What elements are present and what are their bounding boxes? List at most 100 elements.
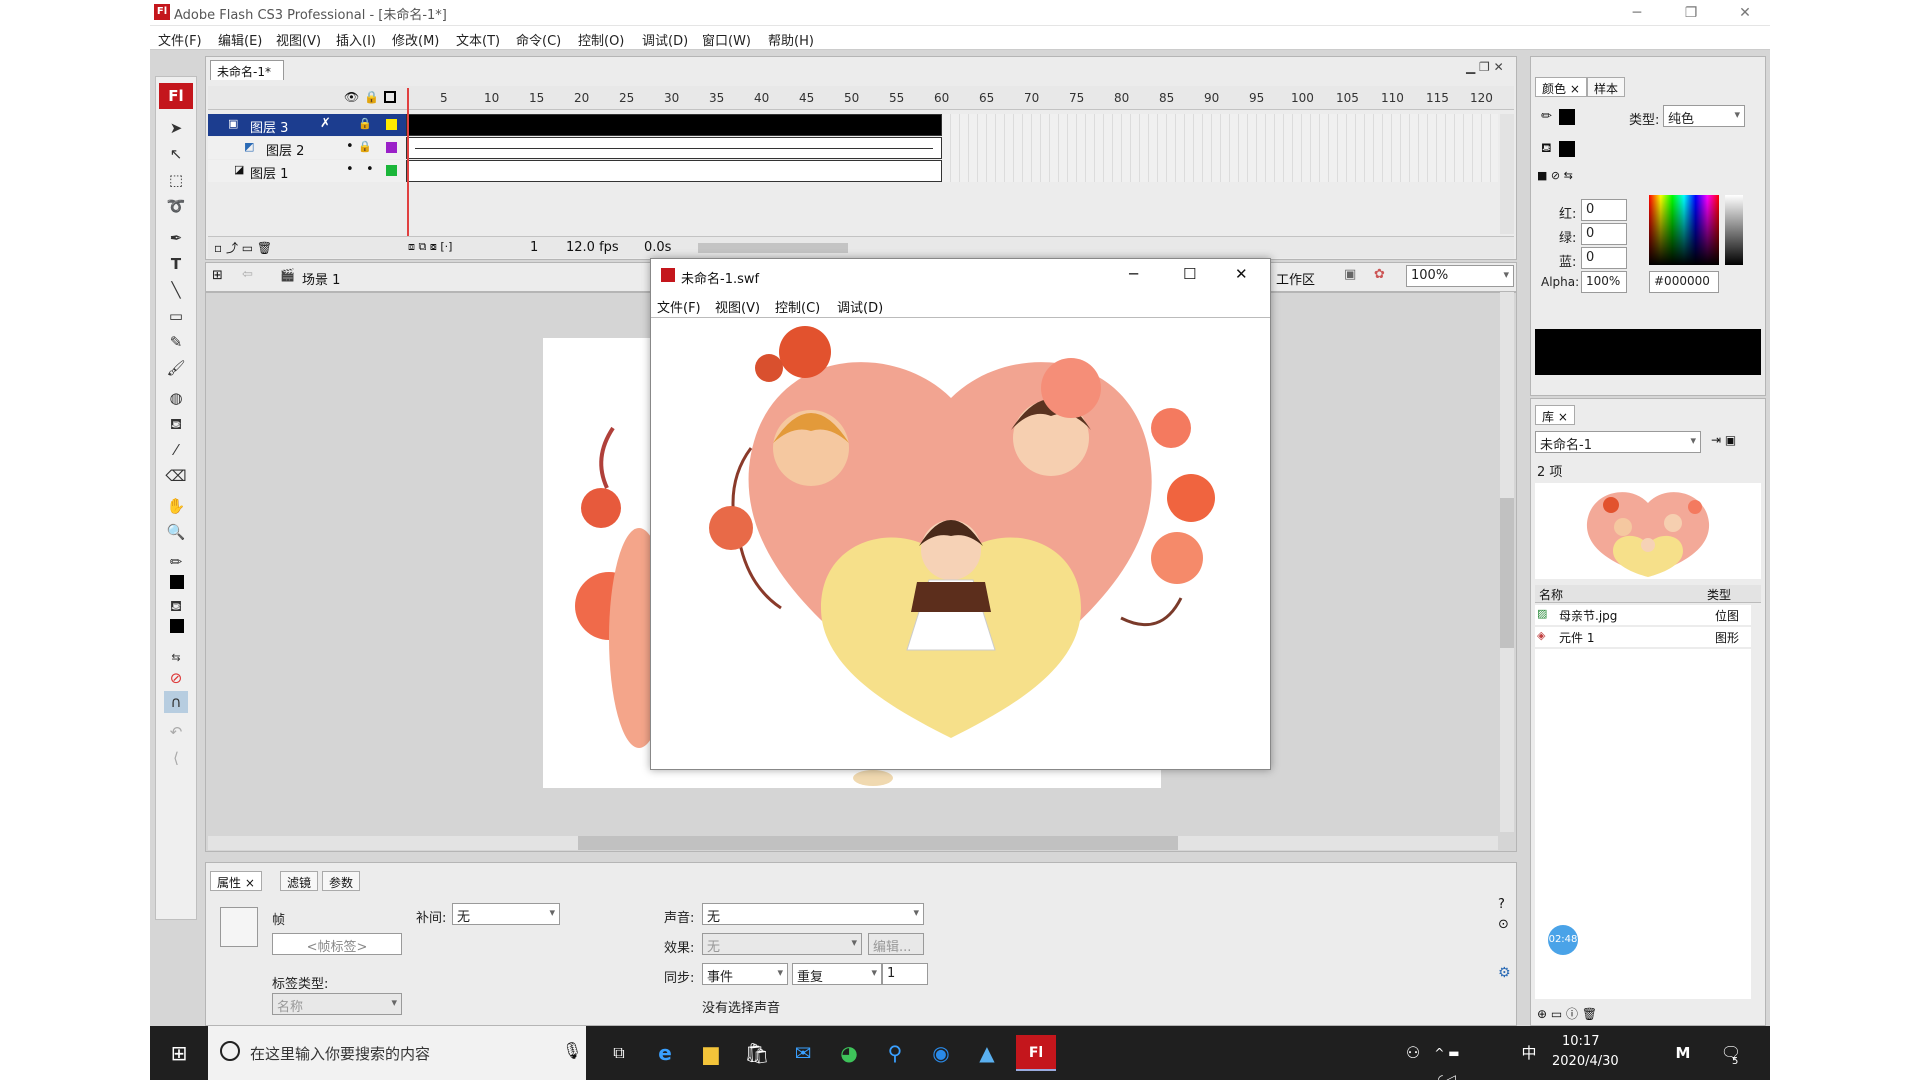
brightness-slider[interactable] (1725, 195, 1743, 265)
layer-row[interactable]: ◩ 图层 2 • 🔒 (208, 137, 408, 159)
edit-symbol-icon[interactable]: ▣ (1344, 267, 1356, 282)
stroke-color-icon[interactable]: ✏ (164, 551, 188, 573)
close-button[interactable]: ✕ (1722, 2, 1768, 24)
tween-select[interactable]: 无 ▾ (452, 903, 560, 925)
timeline-toggle-icon[interactable]: ⊞ (212, 268, 223, 283)
straighten-icon[interactable]: ⟨ (164, 747, 188, 769)
repeat-count-input[interactable]: 1 (882, 963, 928, 985)
menu-help[interactable]: 帮助(H) (768, 30, 814, 49)
layer-row[interactable]: ◪ 图层 1 • • (208, 160, 408, 182)
edit-scene-icon[interactable]: ✿ (1374, 267, 1385, 282)
store-icon[interactable]: 🛍 (742, 1040, 772, 1066)
menu-control[interactable]: 控制(O) (578, 30, 624, 49)
playhead[interactable] (407, 88, 409, 236)
snap-magnet-icon[interactable]: ∩ (164, 691, 188, 713)
sync-select[interactable]: 事件 ▾ (702, 963, 788, 985)
accessibility-icon[interactable]: ⚙ (1498, 965, 1511, 981)
lasso-tool-icon[interactable]: ➰ (164, 195, 188, 217)
brush-tool-icon[interactable]: 🖌 (164, 357, 188, 379)
layer-color-swatch[interactable] (386, 165, 397, 176)
tab-filters[interactable]: 滤镜 (280, 871, 319, 891)
tab-color[interactable]: 颜色 × (1535, 77, 1587, 97)
color-spectrum[interactable] (1649, 195, 1719, 265)
pin-icon[interactable]: ⇥ ▣ (1711, 433, 1736, 447)
layer-color-swatch[interactable] (386, 119, 397, 130)
hex-input[interactable]: #000000 (1649, 271, 1719, 293)
workspace-dropdown[interactable]: 工作区 (1276, 269, 1315, 288)
empty-frames-grid[interactable] (942, 114, 1498, 182)
tab-library[interactable]: 库 × (1535, 405, 1575, 425)
library-doc-select[interactable]: 未命名-1 ▾ (1535, 431, 1701, 453)
col-name[interactable]: 名称 (1539, 586, 1563, 603)
timeline-hscroll-thumb[interactable] (698, 243, 848, 253)
blue-input[interactable]: 0 (1581, 247, 1627, 269)
layer-color-swatch[interactable] (386, 142, 397, 153)
document-tab[interactable]: 未命名-1* (210, 60, 284, 80)
taskbar-search[interactable]: 在这里输入你要搜索的内容 🎙 (208, 1026, 586, 1080)
lock-icon[interactable]: 🔒 (364, 90, 379, 104)
menu-debug[interactable]: 调试(D) (642, 30, 688, 49)
layer-frames[interactable] (406, 137, 942, 159)
swf-menu-view[interactable]: 视图(V) (715, 297, 760, 316)
scene-label[interactable]: 场景 1 (302, 269, 340, 288)
paint-bucket-tool-icon[interactable]: ⛾ (164, 413, 188, 435)
text-tool-icon[interactable]: T (164, 253, 188, 275)
eyedropper-tool-icon[interactable]: ⁄ (164, 439, 188, 461)
swf-close-button[interactable]: ✕ (1235, 265, 1248, 283)
lock-icon[interactable]: 🔒 (358, 140, 372, 153)
effect-select[interactable]: 无 ▾ (702, 933, 862, 955)
tab-swatches[interactable]: 样本 (1587, 77, 1626, 97)
menu-edit[interactable]: 编辑(E) (218, 30, 262, 49)
menu-insert[interactable]: 插入(I) (336, 30, 376, 49)
back-arrow-icon[interactable]: ⇦ (242, 267, 253, 282)
swf-canvas[interactable] (651, 317, 1270, 769)
edge-icon[interactable]: e (650, 1040, 680, 1066)
timer-badge[interactable]: 02:48 (1548, 925, 1578, 955)
free-transform-tool-icon[interactable]: ⬚ (164, 169, 188, 191)
zoom-dropdown[interactable]: 100% ▾ (1406, 265, 1514, 287)
qq-browser-icon[interactable]: ◉ (926, 1040, 956, 1066)
subselection-tool-icon[interactable]: ↖ (164, 143, 188, 165)
layer-frames[interactable] (406, 114, 942, 136)
pen-tool-icon[interactable]: ✒ (164, 227, 188, 249)
menu-view[interactable]: 视图(V) (276, 30, 321, 49)
windows-start-icon[interactable]: ⊞ (164, 1040, 194, 1066)
library-item[interactable]: ◈ 元件 1 图形 (1535, 627, 1751, 647)
menu-modify[interactable]: 修改(M) (392, 30, 439, 49)
search-app-icon[interactable]: ⚲ (880, 1040, 910, 1066)
doc-window-controls-icon[interactable]: ▁ ❐ ✕ (1466, 60, 1504, 74)
col-type[interactable]: 类型 (1707, 586, 1731, 603)
library-item[interactable]: ▨ 母亲节.jpg 位图 (1535, 605, 1751, 625)
library-footer-icons[interactable]: ⊕ ▭ ⓘ 🗑 (1537, 1005, 1597, 1022)
add-layer-icon[interactable]: ▫ ⤴ ▭ 🗑 (214, 239, 272, 256)
timeline-vscroll[interactable] (1500, 114, 1514, 234)
maximize-button[interactable]: ❐ (1668, 2, 1714, 24)
smooth-icon[interactable]: ↶ (164, 721, 188, 743)
lock-icon[interactable]: 🔒 (358, 117, 372, 130)
fill-color-swatch[interactable] (170, 619, 184, 633)
onion-skin-icon[interactable]: ⧈ ⧉ ⧇ [·] (408, 240, 452, 254)
swap-colors-icon[interactable]: ⇆ (164, 647, 188, 669)
wechat-icon[interactable]: ◕ (834, 1040, 864, 1066)
tab-parameters[interactable]: 参数 (322, 871, 361, 891)
eraser-tool-icon[interactable]: ⌫ (164, 465, 188, 487)
repeat-select[interactable]: 重复 ▾ (792, 963, 882, 985)
swf-minimize-button[interactable]: ─ (1129, 265, 1138, 283)
expand-icon[interactable]: ⊙ (1498, 917, 1509, 932)
stage-vscroll[interactable] (1500, 292, 1514, 832)
green-input[interactable]: 0 (1581, 223, 1627, 245)
sound-select[interactable]: 无 ▾ (702, 903, 924, 925)
red-input[interactable]: 0 (1581, 199, 1627, 221)
ink-bottle-tool-icon[interactable]: ◍ (164, 387, 188, 409)
clock-time[interactable]: 10:17 (1562, 1034, 1599, 1049)
outline-icon[interactable] (384, 91, 396, 103)
menu-commands[interactable]: 命令(C) (516, 30, 561, 49)
label-type-select[interactable]: 名称 ▾ (272, 993, 402, 1015)
pencil-tool-icon[interactable]: ✎ (164, 331, 188, 353)
edit-sound-button[interactable]: 编辑... (868, 933, 924, 955)
zoom-tool-icon[interactable]: 🔍 (164, 521, 188, 543)
alpha-input[interactable]: 100% (1581, 271, 1627, 293)
fill-color-icon[interactable]: ⛾ (164, 595, 188, 617)
menu-window[interactable]: 窗口(W) (702, 30, 751, 49)
line-tool-icon[interactable]: ╲ (164, 279, 188, 301)
